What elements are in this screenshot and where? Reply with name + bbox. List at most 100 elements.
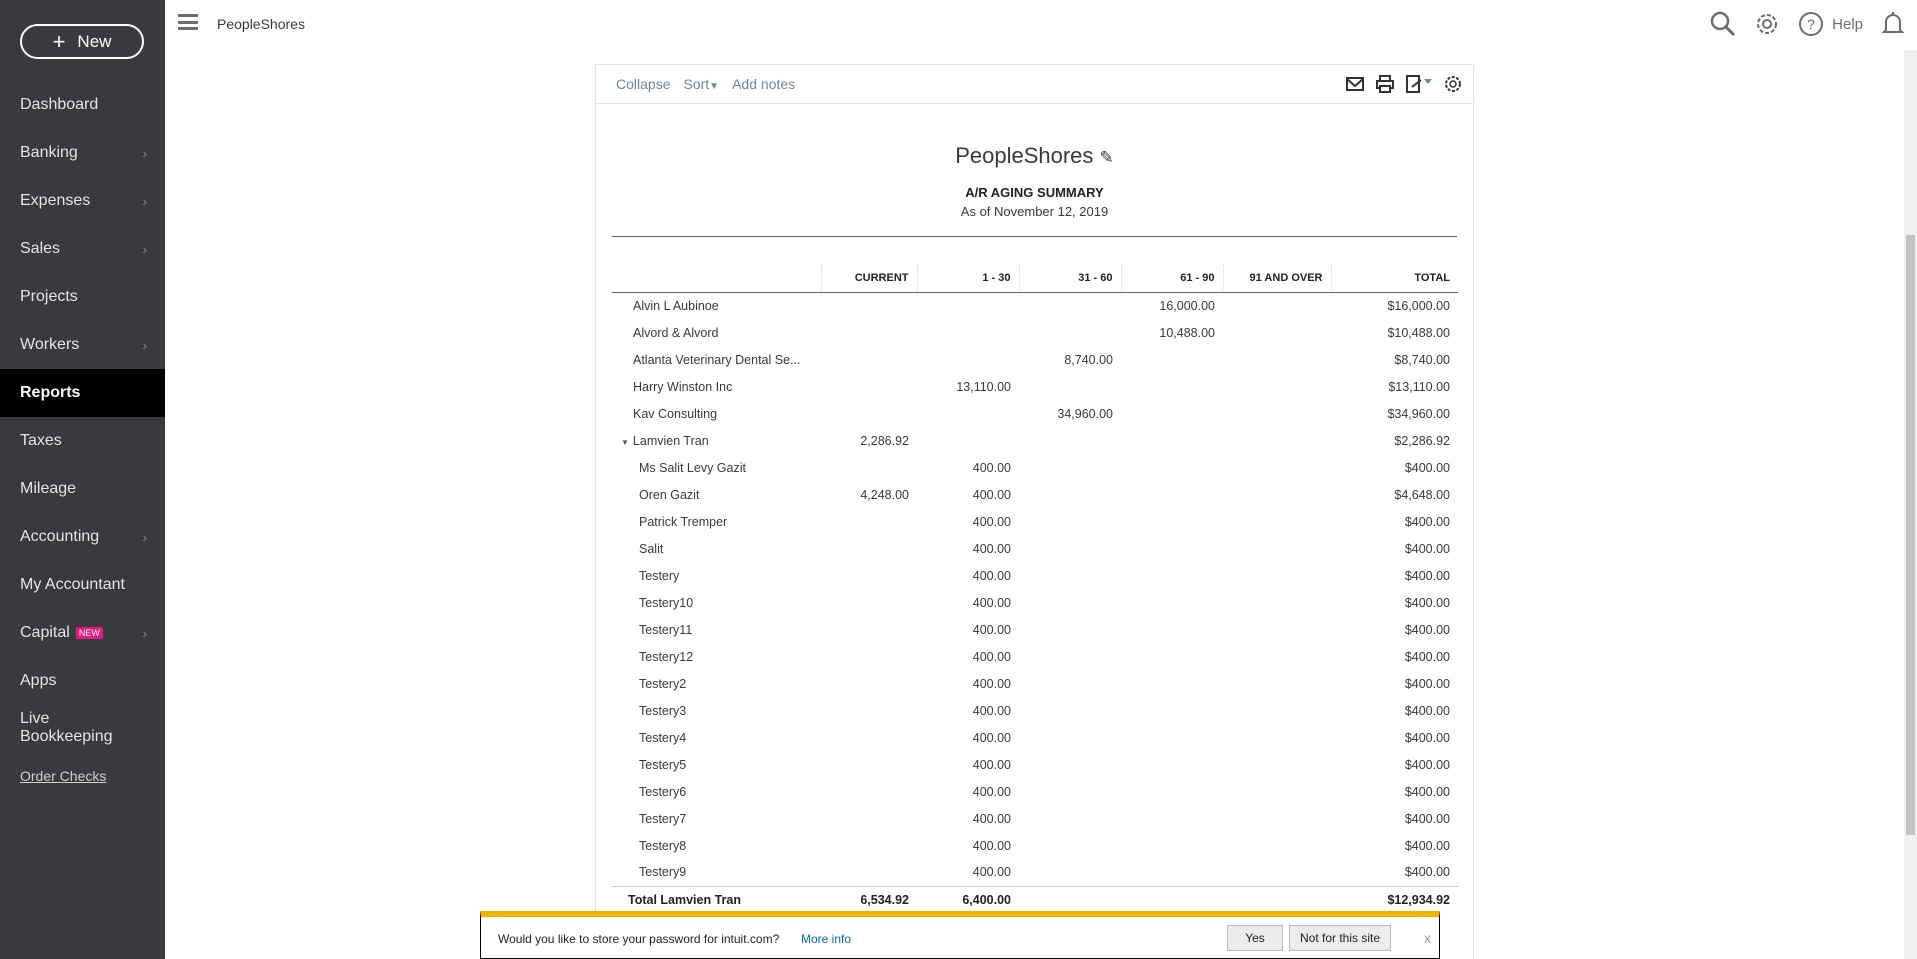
amount-cell[interactable] xyxy=(1019,562,1121,589)
amount-cell[interactable] xyxy=(1223,346,1331,373)
table-row[interactable]: Testery6 400.00 $400.00 xyxy=(612,778,1458,805)
amount-cell[interactable] xyxy=(1121,535,1223,562)
collapse-button[interactable]: Collapse xyxy=(616,76,670,92)
amount-cell[interactable]: 400.00 xyxy=(917,805,1019,832)
amount-cell[interactable] xyxy=(1223,373,1331,400)
amount-cell[interactable] xyxy=(1223,643,1331,670)
amount-cell[interactable]: $400.00 xyxy=(1331,697,1458,724)
sort-button[interactable]: Sort▼ xyxy=(683,76,719,92)
total-amount-cell[interactable] xyxy=(1121,885,1223,913)
sidebar-item-accounting[interactable]: Accounting › xyxy=(0,513,165,561)
table-row[interactable]: Ms Salit Levy Gazit 400.00 $400.00 xyxy=(612,454,1458,481)
customer-name[interactable]: Testery7 xyxy=(612,805,821,832)
total-amount-cell[interactable] xyxy=(1019,885,1121,913)
collapse-caret-icon[interactable]: ▼ xyxy=(621,438,629,447)
amount-cell[interactable] xyxy=(1223,616,1331,643)
table-row[interactable]: Atlanta Veterinary Dental Se... 8,740.00 $… xyxy=(612,346,1458,373)
amount-cell[interactable] xyxy=(1121,751,1223,778)
sidebar-item-expenses[interactable]: Expenses › xyxy=(0,177,165,225)
amount-cell[interactable] xyxy=(917,292,1019,319)
amount-cell[interactable]: 400.00 xyxy=(917,481,1019,508)
customer-name[interactable]: Patrick Tremper xyxy=(612,508,821,535)
amount-cell[interactable]: 400.00 xyxy=(917,643,1019,670)
amount-cell[interactable] xyxy=(1019,832,1121,859)
table-row[interactable]: Testery7 400.00 $400.00 xyxy=(612,805,1458,832)
amount-cell[interactable] xyxy=(1019,373,1121,400)
amount-cell[interactable] xyxy=(821,859,917,886)
amount-cell[interactable] xyxy=(1121,778,1223,805)
sidebar-item-sales[interactable]: Sales › xyxy=(0,225,165,273)
not-for-this-site-button[interactable]: Not for this site xyxy=(1289,925,1391,951)
table-row[interactable]: Kav Consulting 34,960.00 $34,960.00 xyxy=(612,400,1458,427)
amount-cell[interactable]: $400.00 xyxy=(1331,805,1458,832)
amount-cell[interactable] xyxy=(821,724,917,751)
amount-cell[interactable] xyxy=(917,400,1019,427)
amount-cell[interactable] xyxy=(821,805,917,832)
amount-cell[interactable] xyxy=(1223,454,1331,481)
sidebar-item-capital[interactable]: Capital NEW › xyxy=(0,609,165,657)
amount-cell[interactable] xyxy=(1223,481,1331,508)
amount-cell[interactable] xyxy=(821,400,917,427)
amount-cell[interactable] xyxy=(1223,751,1331,778)
amount-cell[interactable]: 400.00 xyxy=(917,778,1019,805)
amount-cell[interactable]: $4,648.00 xyxy=(1331,481,1458,508)
amount-cell[interactable]: 10,488.00 xyxy=(1121,319,1223,346)
sidebar-item-workers[interactable]: Workers › xyxy=(0,321,165,369)
customer-name[interactable]: Testery10 xyxy=(612,589,821,616)
amount-cell[interactable] xyxy=(1019,643,1121,670)
amount-cell[interactable] xyxy=(1121,859,1223,886)
amount-cell[interactable]: $8,740.00 xyxy=(1331,346,1458,373)
settings-gear-icon[interactable] xyxy=(1443,74,1463,94)
amount-cell[interactable]: 2,286.92 xyxy=(821,427,917,454)
amount-cell[interactable]: $400.00 xyxy=(1331,859,1458,886)
amount-cell[interactable] xyxy=(1121,832,1223,859)
amount-cell[interactable]: $400.00 xyxy=(1331,616,1458,643)
table-row[interactable]: Testery8 400.00 $400.00 xyxy=(612,832,1458,859)
amount-cell[interactable]: 400.00 xyxy=(917,751,1019,778)
table-row[interactable]: Salit 400.00 $400.00 xyxy=(612,535,1458,562)
customer-name[interactable]: Testery9 xyxy=(612,859,821,886)
amount-cell[interactable] xyxy=(917,346,1019,373)
scrollbar-thumb[interactable] xyxy=(1906,235,1915,835)
amount-cell[interactable] xyxy=(821,670,917,697)
customer-name[interactable]: Atlanta Veterinary Dental Se... xyxy=(612,346,821,373)
amount-cell[interactable] xyxy=(1019,427,1121,454)
amount-cell[interactable] xyxy=(821,778,917,805)
total-amount-cell[interactable]: 6,400.00 xyxy=(917,885,1019,913)
sidebar-item-projects[interactable]: Projects xyxy=(0,273,165,321)
customer-name[interactable]: Testery xyxy=(612,562,821,589)
amount-cell[interactable] xyxy=(1121,589,1223,616)
customer-name[interactable]: Harry Winston Inc xyxy=(612,373,821,400)
amount-cell[interactable]: 13,110.00 xyxy=(917,373,1019,400)
amount-cell[interactable] xyxy=(1223,508,1331,535)
sidebar-item-dashboard[interactable]: Dashboard xyxy=(0,81,165,129)
amount-cell[interactable]: $2,286.92 xyxy=(1331,427,1458,454)
table-row[interactable]: Testery5 400.00 $400.00 xyxy=(612,751,1458,778)
customer-name[interactable]: Alvord & Alvord xyxy=(612,319,821,346)
amount-cell[interactable] xyxy=(821,319,917,346)
customer-name[interactable]: ▼ Lamvien Tran xyxy=(612,427,821,454)
amount-cell[interactable]: $10,488.00 xyxy=(1331,319,1458,346)
table-row[interactable]: Testery9 400.00 $400.00 xyxy=(612,859,1458,886)
help-label[interactable]: Help xyxy=(1832,16,1863,33)
amount-cell[interactable] xyxy=(1019,292,1121,319)
amount-cell[interactable] xyxy=(1223,778,1331,805)
total-amount-cell[interactable]: 6,534.92 xyxy=(821,885,917,913)
amount-cell[interactable]: 400.00 xyxy=(917,454,1019,481)
amount-cell[interactable] xyxy=(1223,319,1331,346)
more-info-link[interactable]: More info xyxy=(801,932,851,946)
gear-icon[interactable] xyxy=(1754,11,1780,37)
table-row[interactable]: Harry Winston Inc 13,110.00 $13,110.00 xyxy=(612,373,1458,400)
amount-cell[interactable] xyxy=(1223,832,1331,859)
amount-cell[interactable]: 400.00 xyxy=(917,508,1019,535)
amount-cell[interactable] xyxy=(1121,427,1223,454)
amount-cell[interactable] xyxy=(917,319,1019,346)
amount-cell[interactable] xyxy=(1223,562,1331,589)
table-row[interactable]: Testery3 400.00 $400.00 xyxy=(612,697,1458,724)
amount-cell[interactable] xyxy=(1223,400,1331,427)
amount-cell[interactable]: 400.00 xyxy=(917,832,1019,859)
print-icon[interactable] xyxy=(1375,75,1395,93)
table-row[interactable]: Oren Gazit 4,248.00 400.00 $4,648.00 xyxy=(612,481,1458,508)
yes-button[interactable]: Yes xyxy=(1227,925,1283,951)
table-row[interactable]: Alvord & Alvord 10,488.00 $10,488.00 xyxy=(612,319,1458,346)
